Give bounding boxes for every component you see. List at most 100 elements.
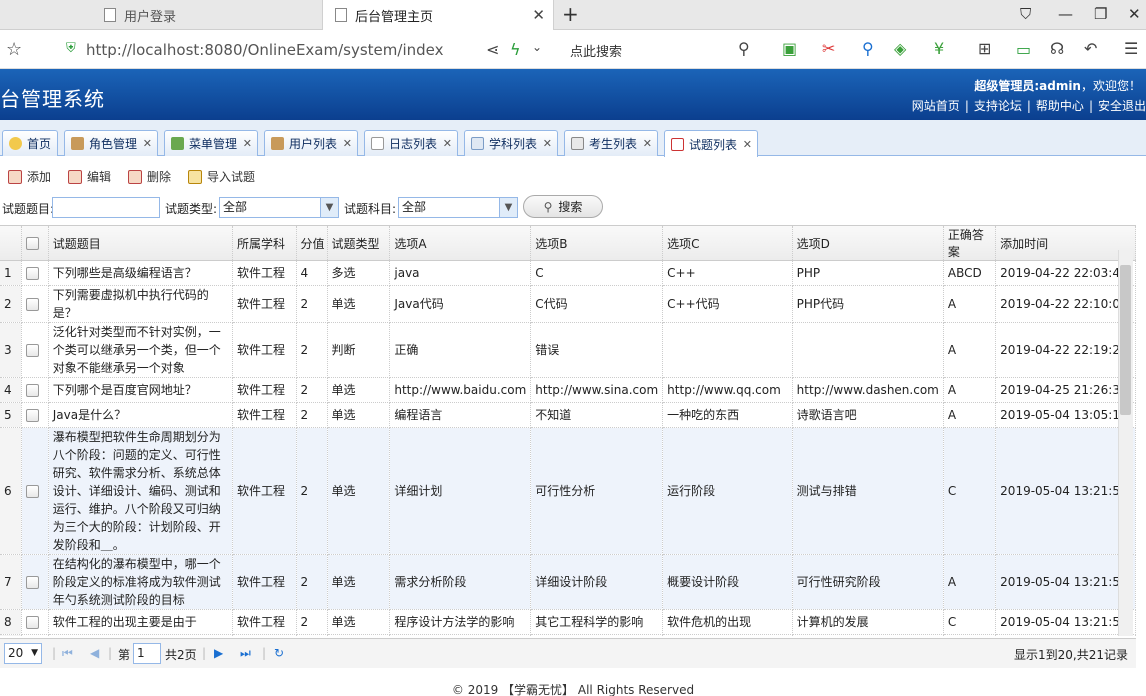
title-filter-input[interactable] [52,197,160,218]
page-size-select[interactable]: 20 ▼ [4,643,42,664]
close-tab-icon[interactable]: ✕ [532,6,545,24]
close-icon[interactable]: ✕ [143,137,152,150]
prev-page-icon[interactable]: ◀ [90,646,99,660]
gamepad-icon[interactable]: ◈ [894,39,906,58]
tab-role-manage[interactable]: 角色管理 ✕ [64,130,158,156]
col-header[interactable]: 分值 [296,226,328,261]
table-row[interactable]: 4 下列哪个是百度官网地址？ 软件工程 2 单选 http://www.baidu.com… [0,377,1136,403]
col-header[interactable]: 试题类型 [327,226,391,261]
refresh-icon[interactable]: ↻ [274,646,284,660]
browser-tab-login[interactable]: 用户登录 [92,0,322,30]
search-icon[interactable]: ⚲ [738,39,750,58]
magnifier-icon[interactable]: ⚲ [862,39,874,58]
table-row[interactable]: 2 下列需要虚拟机中执行代码的是？ 软件工程 2 单选 Java代码 C代码 C++代码 PHP… [0,285,1136,323]
apps-icon[interactable]: ⊞ [978,39,991,58]
row-select-cell[interactable] [21,322,49,378]
shirt-icon[interactable]: ⛉ [1020,5,1031,23]
table-row[interactable]: 3 泛化针对类型而不针对实例，一个类可以继承另一个类，但一个对象不能继承另一个对象… [0,322,1136,378]
table-row[interactable]: 7 在结构化的瀑布模型中，哪一个阶段定义的标准将成为软件测试年勺系统测试阶段的目标… [0,554,1136,610]
undo-icon[interactable]: ↶ [1084,39,1097,58]
last-page-icon[interactable]: ⏭ [240,646,251,661]
table-row[interactable]: 5 Java是什么？ 软件工程 2 单选 编程语言 不知道 一种吃的东西 诗歌语言吧 A 2019-… [0,402,1136,428]
url-field[interactable]: http://localhost:8080/OnlineExam/system/… [86,41,443,59]
row-select-cell[interactable] [21,427,49,555]
tab-log-list[interactable]: 日志列表 ✕ [364,130,458,156]
row-select-cell[interactable] [21,377,49,403]
select-all-header[interactable] [21,226,49,261]
tab-home[interactable]: 首页 [2,130,58,156]
first-page-icon[interactable]: ⏮ [62,646,73,661]
search-button[interactable]: ⚲ 搜索 [523,195,603,218]
link-forum[interactable]: 支持论坛 [974,99,1022,113]
table-row[interactable]: 9 开发软件就是编写程序。软件工程2判断正确错误 B2019-05-04 13:21… [0,634,1136,636]
tab-subject-list[interactable]: 学科列表 ✕ [464,130,558,156]
row-select-cell[interactable] [21,609,49,635]
link-help[interactable]: 帮助中心 [1036,99,1084,113]
edit-button[interactable]: 编辑 [68,168,111,185]
table-row[interactable]: 6 瀑布模型把软件生命周期划分为八个阶段：问题的定义、可行性研究、软件需求分析、系… [0,427,1136,555]
select-all-checkbox[interactable] [26,237,40,250]
tab-user-list[interactable]: 用户列表 ✕ [264,130,358,156]
browser-search-input[interactable]: 点此搜索 [570,41,622,60]
row-checkbox[interactable] [26,298,40,311]
col-header[interactable]: 所属学科 [232,226,297,261]
col-header[interactable]: 试题题目 [48,226,234,261]
page-number-input[interactable]: 1 [133,643,161,664]
lightning-icon[interactable]: ϟ [510,40,521,59]
money-icon[interactable]: ¥ [934,39,944,58]
menu-icon[interactable]: ☰ [1124,39,1138,58]
row-checkbox[interactable] [26,384,40,397]
close-window-icon[interactable]: ✕ [1128,5,1141,23]
tab-question-list[interactable]: 试题列表 ✕ [664,130,758,157]
row-checkbox[interactable] [26,344,40,357]
row-checkbox[interactable] [26,267,40,280]
row-select-cell[interactable] [21,285,49,323]
close-icon[interactable]: ✕ [243,137,252,150]
next-page-icon[interactable]: ▶ [214,646,223,660]
row-checkbox[interactable] [26,409,40,422]
col-header[interactable]: 选项D [792,226,944,261]
chevron-down-icon[interactable]: ⌄ [532,40,542,54]
row-select-cell[interactable] [21,554,49,610]
delete-button[interactable]: 删除 [128,168,171,185]
restore-icon[interactable]: ❐ [1094,5,1107,23]
col-header[interactable]: 选项B [530,226,664,261]
table-row[interactable]: 1 下列哪些是高级编程语言？ 软件工程 4 多选 java C C++ PHP ABCD 2019-… [0,260,1136,286]
add-button[interactable]: 添加 [8,168,51,185]
scrollbar-thumb[interactable] [1120,265,1131,415]
tab-student-list[interactable]: 考生列表 ✕ [564,130,658,156]
star-icon[interactable]: ☆ [6,39,22,60]
close-icon[interactable]: ✕ [443,137,452,150]
scissors-icon[interactable]: ✂ [822,39,835,58]
close-icon[interactable]: ✕ [343,137,352,150]
new-tab-icon[interactable]: + [562,2,579,26]
table-row[interactable]: 8 软件工程的出现主要是由于 软件工程 2 单选 程序设计方法学的影响 其它工程科学的影响软… [0,609,1136,635]
row-checkbox[interactable] [26,485,40,498]
chevron-down-icon[interactable]: ▼ [320,198,338,217]
type-filter-select[interactable]: 全部 ▼ [219,197,339,218]
close-icon[interactable]: ✕ [743,138,752,151]
chevron-down-icon[interactable]: ▼ [499,198,517,217]
import-button[interactable]: 导入试题 [188,168,255,185]
tab-menu-manage[interactable]: 菜单管理 ✕ [164,130,258,156]
close-icon[interactable]: ✕ [643,137,652,150]
minimize-icon[interactable]: — [1058,5,1073,23]
headphones-icon[interactable]: ☊ [1050,39,1064,58]
col-header[interactable]: 添加时间 [995,226,1136,261]
col-header[interactable]: 正确答案 [943,226,997,261]
subject-filter-select[interactable]: 全部 ▼ [398,197,518,218]
row-select-cell[interactable] [21,634,49,636]
share-icon[interactable]: ⋖ [486,40,499,59]
close-icon[interactable]: ✕ [543,137,552,150]
col-header[interactable]: 选项A [389,226,532,261]
row-checkbox[interactable] [26,576,40,589]
row-select-cell[interactable] [21,260,49,286]
browser-tab-admin[interactable]: 后台管理主页 ✕ [322,0,554,30]
link-home[interactable]: 网站首页 [912,99,960,113]
translate-icon[interactable]: ▣ [782,39,797,58]
battery-icon[interactable]: ▭ [1016,40,1031,59]
row-checkbox[interactable] [26,616,40,629]
col-header[interactable]: 选项C [662,226,793,261]
row-select-cell[interactable] [21,402,49,428]
link-logout[interactable]: 安全退出 [1098,99,1146,113]
